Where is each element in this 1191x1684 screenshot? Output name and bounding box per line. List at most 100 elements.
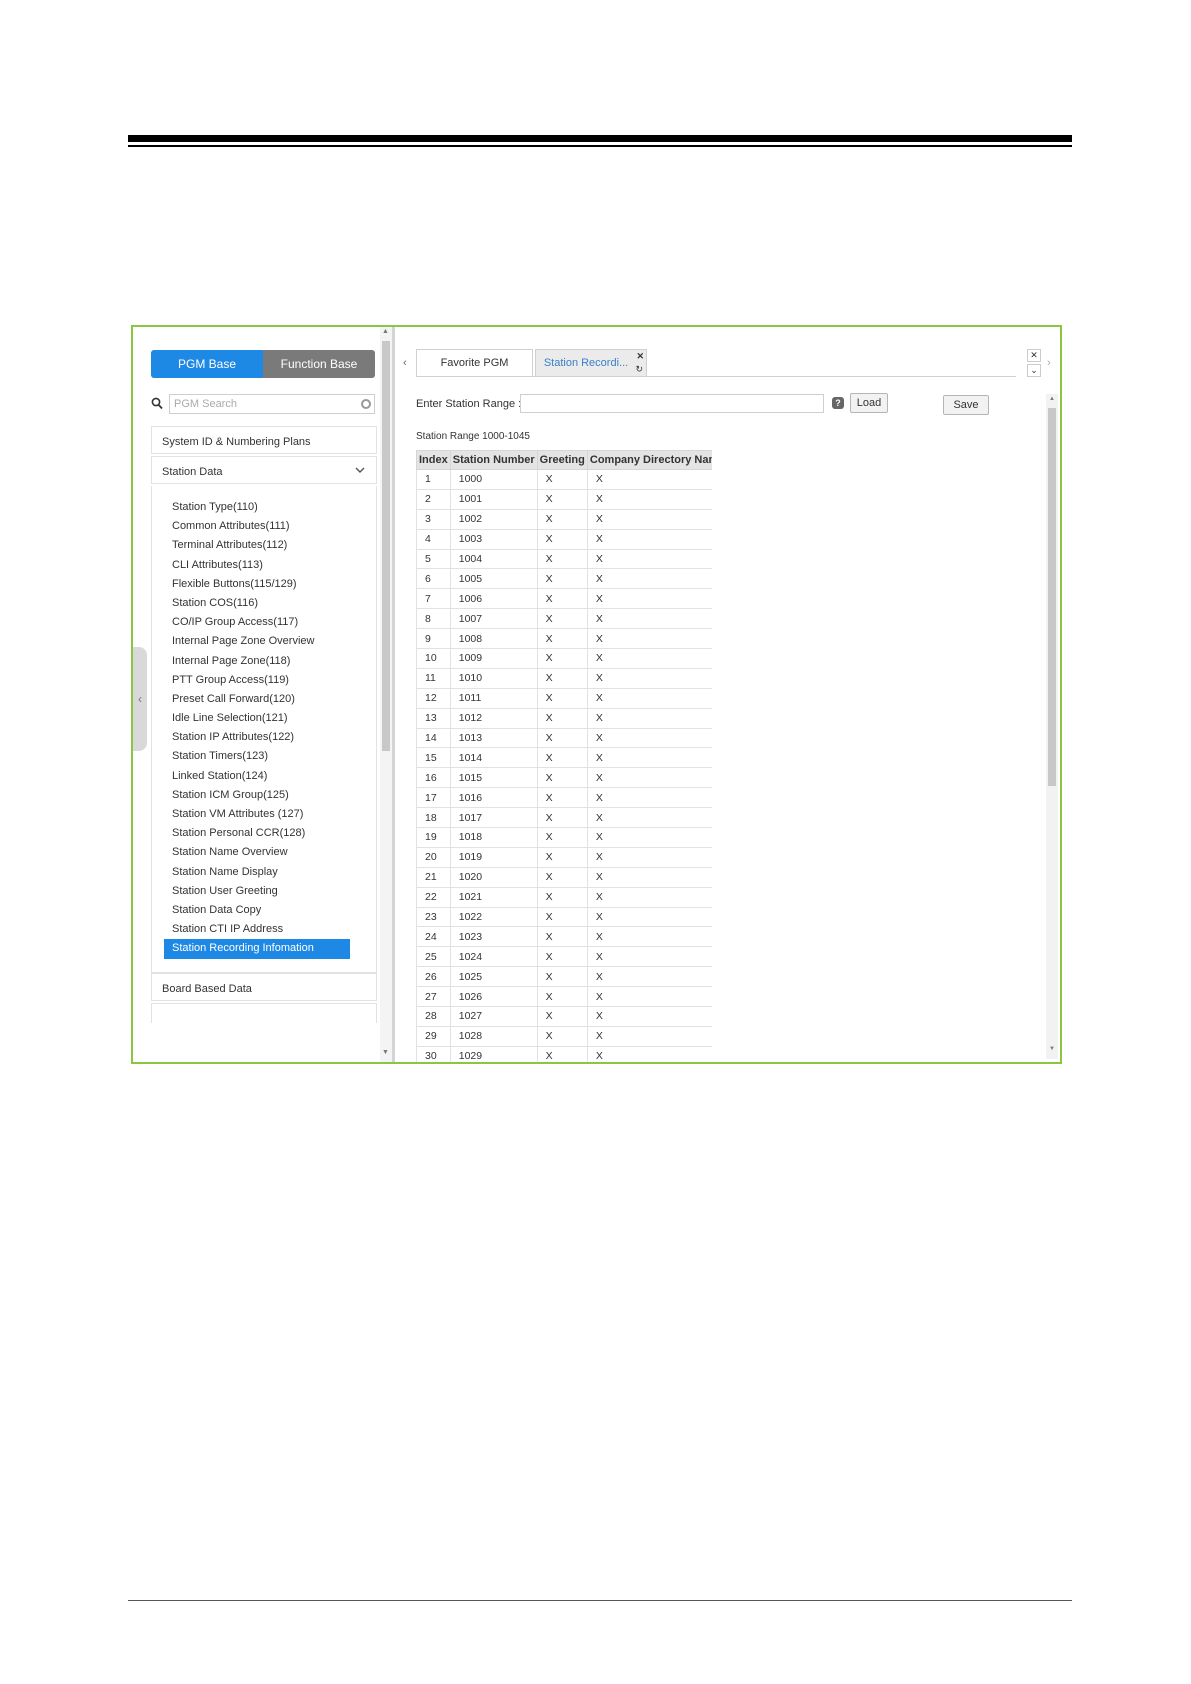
table-cell: 26 (416, 966, 451, 988)
table-row[interactable]: 19 1018 X X (416, 827, 712, 848)
table-row[interactable]: 25 1024 X X (416, 946, 712, 968)
scroll-up-icon[interactable]: ▲ (382, 328, 389, 335)
table-row[interactable]: 12 1011 X X (416, 688, 712, 709)
table-row[interactable]: 8 1007 X X (416, 608, 712, 630)
sidebar-item[interactable]: Internal Page Zone(118) (164, 652, 350, 671)
sidebar-item[interactable]: Station IP Attributes(122) (164, 728, 350, 747)
table-row[interactable]: 29 1028 X X (416, 1026, 712, 1047)
table-row[interactable]: 5 1004 X X (416, 549, 712, 570)
table-row[interactable]: 10 1009 X X (416, 648, 712, 669)
table-row[interactable]: 15 1014 X X (416, 747, 712, 769)
close-all-tabs-icon[interactable]: ✕ (1027, 349, 1041, 362)
section-board-based[interactable]: Board Based Data (151, 973, 377, 1001)
table-cell: 1 (416, 469, 451, 490)
function-base-button[interactable]: Function Base (263, 350, 375, 378)
sidebar-item[interactable]: Station User Greeting (164, 882, 350, 901)
content-scrollbar[interactable]: ▲ ▼ (1046, 394, 1058, 1059)
sidebar-item[interactable]: PTT Group Access(119) (164, 671, 350, 690)
sidebar-item[interactable]: Common Attributes(111) (164, 517, 350, 536)
close-icon[interactable]: ✕ (636, 351, 644, 362)
sidebar-item[interactable]: Station Timers(123) (164, 747, 350, 766)
collapse-sidebar-handle[interactable]: ‹ (133, 647, 147, 751)
table-cell: 1002 (450, 509, 538, 530)
table-cell: X (537, 509, 588, 530)
table-cell: 19 (416, 827, 451, 848)
section-system-id[interactable]: System ID & Numbering Plans (151, 426, 377, 454)
scroll-up-icon[interactable]: ▲ (1049, 396, 1055, 402)
sidebar-item[interactable]: Station COS(116) (164, 594, 350, 613)
recording-table: Index Station Number Greeting Company Di… (416, 450, 712, 1062)
sidebar-item[interactable]: Linked Station(124) (164, 767, 350, 786)
table-cell: X (587, 489, 712, 510)
table-row[interactable]: 4 1003 X X (416, 529, 712, 550)
table-row[interactable]: 7 1006 X X (416, 588, 712, 610)
tab-scroll-right-icon[interactable]: › (1047, 357, 1051, 369)
table-row[interactable]: 6 1005 X X (416, 568, 712, 590)
table-row[interactable]: 17 1016 X X (416, 787, 712, 809)
sidebar-item[interactable]: Terminal Attributes(112) (164, 536, 350, 555)
table-row[interactable]: 30 1029 X X (416, 1046, 712, 1062)
table-cell: X (587, 568, 712, 590)
load-button[interactable]: Load (850, 393, 888, 413)
table-row[interactable]: 27 1026 X X (416, 986, 712, 1008)
sidebar-item[interactable]: Station Name Overview (164, 843, 350, 862)
tab-favorite-pgm[interactable]: Favorite PGM (416, 349, 533, 376)
section-next[interactable] (151, 1003, 377, 1023)
table-row[interactable]: 2 1001 X X (416, 489, 712, 510)
station-range-input[interactable] (520, 394, 824, 413)
save-button[interactable]: Save (943, 395, 989, 415)
sidebar-item[interactable]: CO/IP Group Access(117) (164, 613, 350, 632)
table-row[interactable]: 22 1021 X X (416, 887, 712, 908)
table-cell: 1007 (450, 608, 538, 630)
sidebar-item[interactable]: Internal Page Zone Overview (164, 632, 350, 651)
clear-icon[interactable] (361, 399, 371, 409)
sidebar-item[interactable]: Station Personal CCR(128) (164, 824, 350, 843)
sidebar-item[interactable]: Station Name Display (164, 863, 350, 882)
help-icon[interactable]: ? (832, 397, 844, 409)
tab-scroll-left-icon[interactable]: ‹ (403, 357, 407, 369)
scroll-down-icon[interactable]: ▼ (382, 1049, 389, 1056)
scrollbar-thumb[interactable] (1048, 408, 1056, 786)
pgm-search-input[interactable] (169, 394, 375, 414)
table-row[interactable]: 11 1010 X X (416, 668, 712, 689)
table-row[interactable]: 16 1015 X X (416, 767, 712, 789)
table-cell: X (537, 688, 588, 709)
table-row[interactable]: 18 1017 X X (416, 807, 712, 829)
sidebar-item[interactable]: Station VM Attributes (127) (164, 805, 350, 824)
table-cell: X (537, 767, 588, 789)
sidebar-item[interactable]: Station Recording Infomation (164, 939, 350, 959)
refresh-icon[interactable]: ↻ (635, 364, 643, 375)
table-cell: X (587, 509, 712, 530)
table-row[interactable]: 20 1019 X X (416, 847, 712, 868)
table-row[interactable]: 14 1013 X X (416, 728, 712, 749)
sidebar-item[interactable]: Idle Line Selection(121) (164, 709, 350, 728)
sidebar-item[interactable]: Station Data Copy (164, 901, 350, 920)
sidebar-item[interactable]: Flexible Buttons(115/129) (164, 575, 350, 594)
table-row[interactable]: 26 1025 X X (416, 966, 712, 988)
scrollbar-thumb[interactable] (382, 341, 390, 751)
sidebar-item[interactable]: Station Type(110) (164, 498, 350, 517)
sidebar-item[interactable]: Station CTI IP Address (164, 920, 350, 939)
tab-station-recording[interactable]: Station Recordi... ✕ ↻ (535, 349, 647, 376)
table-row[interactable]: 1 1000 X X (416, 469, 712, 490)
table-row[interactable]: 21 1020 X X (416, 867, 712, 888)
table-row[interactable]: 9 1008 X X (416, 628, 712, 650)
table-row[interactable]: 23 1022 X X (416, 907, 712, 928)
tab-bar-line (416, 376, 1016, 377)
table-row[interactable]: 24 1023 X X (416, 926, 712, 948)
table-cell: 3 (416, 509, 451, 530)
section-station-data[interactable]: Station Data (151, 456, 377, 484)
tab-label: Station Recordi... (543, 357, 629, 369)
pgm-base-button[interactable]: PGM Base (151, 350, 263, 378)
table-cell: 4 (416, 529, 451, 550)
sidebar-item[interactable]: CLI Attributes(113) (164, 556, 350, 575)
table-row[interactable]: 13 1012 X X (416, 708, 712, 729)
sidebar-item[interactable]: Station ICM Group(125) (164, 786, 350, 805)
table-row[interactable]: 3 1002 X X (416, 509, 712, 530)
sidebar-item[interactable]: Preset Call Forward(120) (164, 690, 350, 709)
scroll-down-icon[interactable]: ▼ (1049, 1046, 1055, 1052)
table-row[interactable]: 28 1027 X X (416, 1006, 712, 1027)
sidebar-scrollbar[interactable]: ▲ ▼ (380, 327, 392, 1062)
table-cell: 1003 (450, 529, 538, 550)
tab-list-dropdown-icon[interactable]: ⌄ (1027, 364, 1041, 377)
